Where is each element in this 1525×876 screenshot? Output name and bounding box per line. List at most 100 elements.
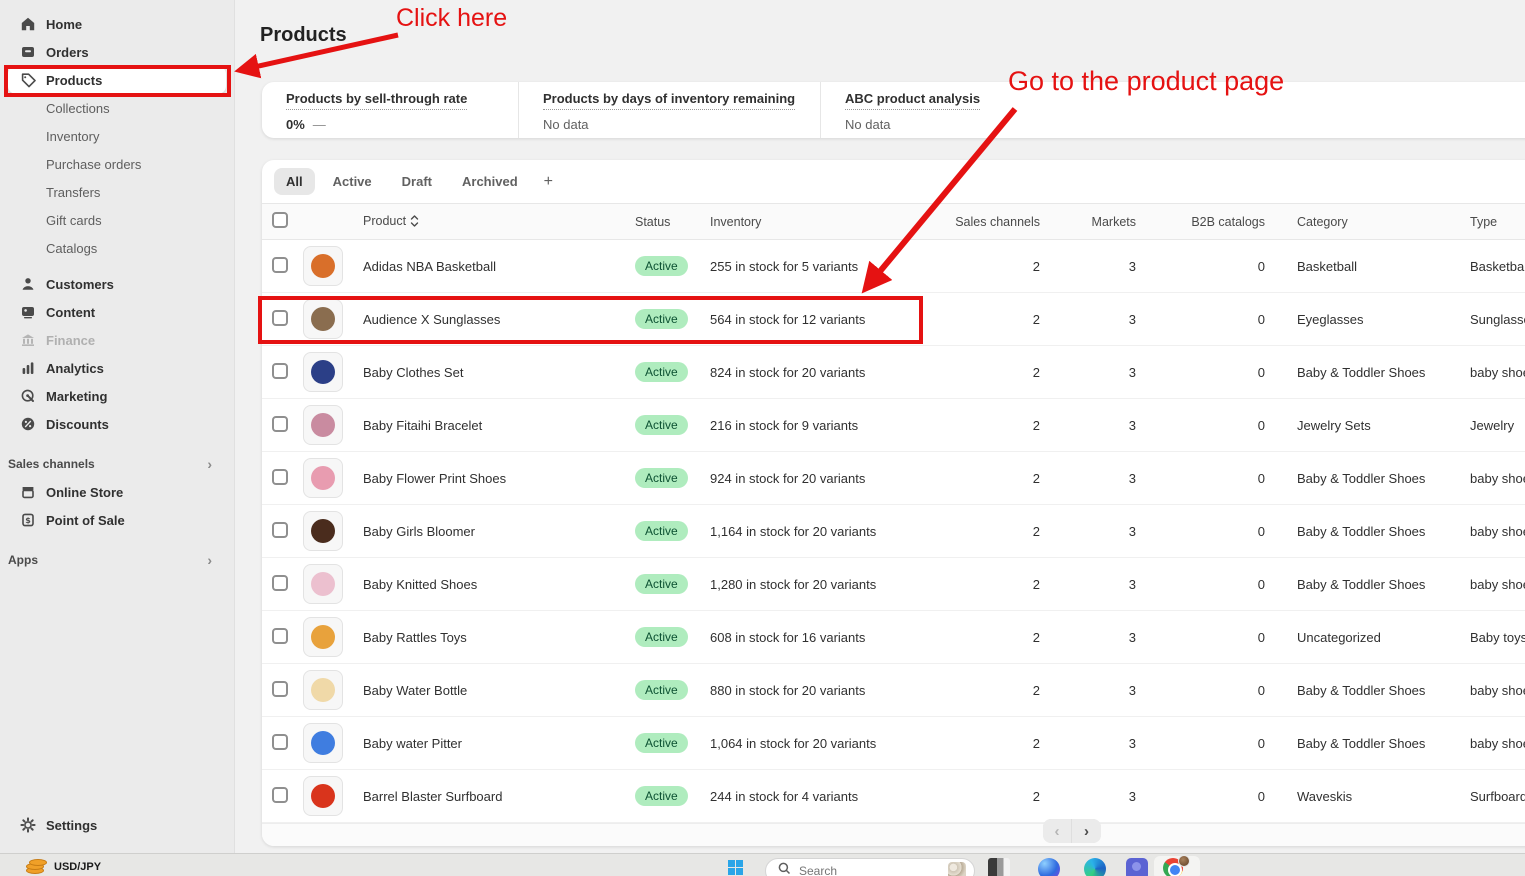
sidebar-item-home[interactable]: Home [8, 10, 226, 38]
row-checkbox[interactable] [272, 627, 288, 644]
table-row[interactable]: Baby Water Bottle Active 880 in stock fo… [262, 664, 1525, 717]
status-badge: Active [635, 362, 688, 382]
sidebar-item-content[interactable]: Content [8, 298, 226, 326]
discount-badge-icon [20, 416, 36, 432]
sidebar-item-catalogs[interactable]: Catalogs [8, 234, 226, 262]
table-row[interactable]: Baby Girls Bloomer Active 1,164 in stock… [262, 505, 1525, 558]
metric-value: No data [845, 117, 891, 132]
chevron-right-icon: › [207, 552, 212, 568]
product-name-link[interactable]: Adidas NBA Basketball [363, 259, 635, 274]
category-cell: Baby & Toddler Shoes [1297, 470, 1426, 486]
sidebar-item-analytics[interactable]: Analytics [8, 354, 226, 382]
row-checkbox[interactable] [272, 309, 288, 326]
table-row[interactable]: Baby Fitaihi Bracelet Active 216 in stoc… [262, 399, 1525, 452]
table-row[interactable]: Baby Knitted Shoes Active 1,280 in stock… [262, 558, 1525, 611]
table-row[interactable]: Baby water Pitter Active 1,064 in stock … [262, 717, 1525, 770]
row-checkbox[interactable] [272, 733, 288, 750]
sidebar-section-apps[interactable]: Apps › [8, 546, 226, 574]
sidebar-item-transfers[interactable]: Transfers [8, 178, 226, 206]
markets-cell: 3 [1128, 523, 1136, 539]
sidebar-item-finance[interactable]: Finance [8, 326, 226, 354]
product-name-link[interactable]: Baby Water Bottle [363, 683, 635, 698]
previous-page-button[interactable]: ‹ [1043, 819, 1072, 843]
copilot-icon[interactable] [1038, 858, 1060, 876]
sidebar-item-products[interactable]: Products [8, 66, 226, 94]
product-thumbnail [303, 405, 343, 445]
sidebar-item-marketing[interactable]: Marketing [8, 382, 226, 410]
sidebar-item-point-of-sale[interactable]: $ Point of Sale [8, 506, 226, 534]
table-row[interactable]: Barrel Blaster Surfboard Active 244 in s… [262, 770, 1525, 823]
product-thumbnail [303, 723, 343, 763]
category-cell: Uncategorized [1297, 629, 1381, 645]
sidebar-section-sales-channels[interactable]: Sales channels › [8, 450, 226, 478]
product-name-link[interactable]: Baby water Pitter [363, 736, 635, 751]
row-checkbox[interactable] [272, 468, 288, 485]
inventory-cell: 1,064 in stock for 20 variants [710, 735, 877, 751]
taskbar-search[interactable] [765, 858, 975, 876]
column-header-product[interactable]: Product [363, 214, 635, 230]
sidebar-item-online-store[interactable]: Online Store [8, 478, 226, 506]
type-cell: baby shoes [1470, 523, 1525, 539]
row-checkbox[interactable] [272, 362, 288, 379]
tab-draft[interactable]: Draft [390, 168, 444, 195]
product-name-link[interactable]: Audience X Sunglasses [363, 312, 635, 327]
edge-icon[interactable] [1084, 858, 1106, 876]
row-checkbox[interactable] [272, 680, 288, 697]
sidebar-item-orders[interactable]: Orders [8, 38, 226, 66]
row-checkbox[interactable] [272, 574, 288, 591]
select-all-checkbox[interactable] [272, 212, 288, 228]
table-row[interactable]: Baby Flower Print Shoes Active 924 in st… [262, 452, 1525, 505]
row-checkbox[interactable] [272, 521, 288, 538]
sidebar-item-purchase-orders[interactable]: Purchase orders [8, 150, 226, 178]
metric-title-link[interactable]: Products by sell-through rate [286, 91, 468, 110]
windows-start-button[interactable] [728, 860, 743, 875]
product-name-link[interactable]: Baby Flower Print Shoes [363, 471, 635, 486]
product-name-link[interactable]: Baby Girls Bloomer [363, 524, 635, 539]
tab-all[interactable]: All [274, 168, 315, 195]
table-row[interactable]: Adidas NBA Basketball Active 255 in stoc… [262, 240, 1525, 293]
product-name-link[interactable]: Baby Knitted Shoes [363, 577, 635, 592]
metric-title-link[interactable]: ABC product analysis [845, 91, 981, 110]
sidebar-item-inventory[interactable]: Inventory [8, 122, 226, 150]
table-row[interactable]: Baby Rattles Toys Active 608 in stock fo… [262, 611, 1525, 664]
product-name-link[interactable]: Barrel Blaster Surfboard [363, 789, 635, 804]
sidebar-item-collections[interactable]: Collections [8, 94, 226, 122]
product-name-link[interactable]: Baby Clothes Set [363, 365, 635, 380]
sidebar-item-customers[interactable]: Customers [8, 270, 226, 298]
sidebar-subitem-label: Catalogs [46, 240, 98, 256]
b2b-catalogs-cell: 0 [1257, 523, 1265, 539]
type-cell: Sunglasses [1470, 311, 1525, 327]
sales-channels-cell: 2 [1032, 576, 1040, 592]
b2b-catalogs-cell: 0 [1257, 629, 1265, 645]
table-row[interactable]: Baby Clothes Set Active 824 in stock for… [262, 346, 1525, 399]
sales-channels-cell: 2 [1032, 788, 1040, 804]
row-checkbox[interactable] [272, 415, 288, 432]
sidebar-item-discounts[interactable]: Discounts [8, 410, 226, 438]
tab-archived[interactable]: Archived [450, 168, 530, 195]
product-name-link[interactable]: Baby Rattles Toys [363, 630, 635, 645]
currency-widget[interactable]: USD/JPY [26, 859, 101, 875]
b2b-catalogs-cell: 0 [1257, 311, 1265, 327]
type-cell: Surfboard [1470, 788, 1525, 804]
person-icon [20, 276, 36, 292]
sidebar: Home Orders Products Collections Invento… [0, 0, 235, 853]
product-thumbnail [303, 564, 343, 604]
home-icon [20, 16, 36, 32]
sidebar-subitem-label: Transfers [46, 184, 101, 200]
chevron-right-icon: › [207, 456, 212, 472]
file-explorer-icon[interactable] [988, 858, 1010, 876]
product-name-link[interactable]: Baby Fitaihi Bracelet [363, 418, 635, 433]
table-row[interactable]: Audience X Sunglasses Active 564 in stoc… [262, 293, 1525, 346]
row-checkbox[interactable] [272, 786, 288, 803]
sidebar-item-settings[interactable]: Settings [8, 811, 226, 839]
next-page-button[interactable]: › [1072, 819, 1101, 843]
tab-active[interactable]: Active [321, 168, 384, 195]
teams-icon[interactable] [1126, 858, 1148, 876]
row-checkbox[interactable] [272, 256, 288, 273]
search-input[interactable] [799, 864, 939, 876]
add-view-button[interactable]: + [536, 171, 561, 193]
inventory-cell: 1,280 in stock for 20 variants [710, 576, 877, 592]
search-icon [778, 862, 791, 876]
sidebar-item-gift-cards[interactable]: Gift cards [8, 206, 226, 234]
metric-title-link[interactable]: Products by days of inventory remaining [543, 91, 796, 110]
